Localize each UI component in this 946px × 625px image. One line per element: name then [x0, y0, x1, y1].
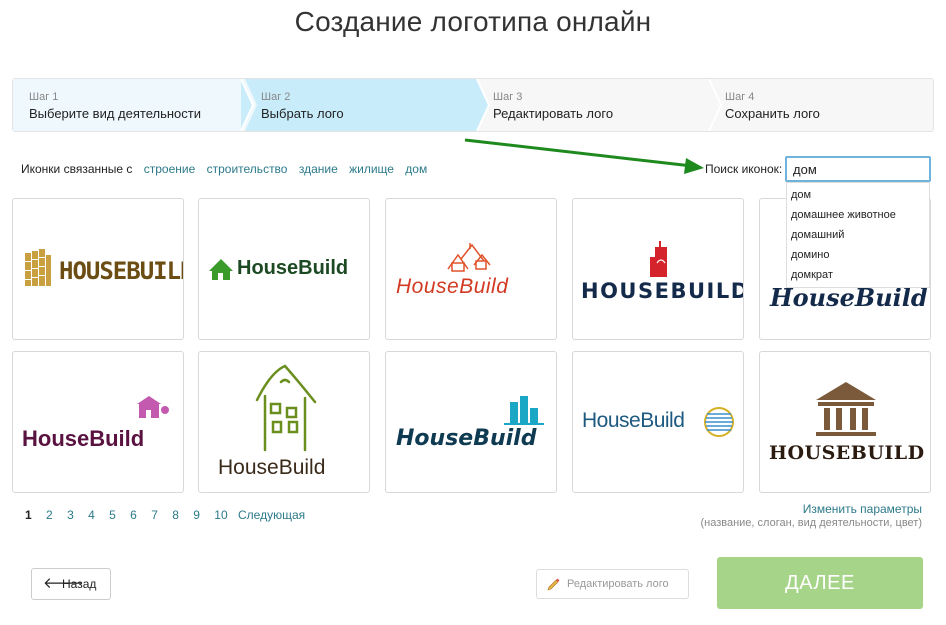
tag-link[interactable]: строительство [207, 162, 288, 176]
pencil-icon [547, 578, 560, 591]
back-button[interactable]: 🡐 Назад [31, 568, 111, 600]
search-label: Поиск иконок: [705, 162, 783, 176]
houses-outline-icon [447, 243, 491, 272]
icon-search-input[interactable] [785, 156, 931, 182]
step-separator-icon [241, 79, 265, 131]
autocomplete-option[interactable]: домино [787, 245, 929, 265]
step-3-label: Редактировать лого [493, 106, 614, 121]
autocomplete-option[interactable]: дом [787, 185, 929, 205]
logo-4-text: HOUSEBUILD [581, 279, 744, 303]
next-page-link[interactable]: Следующая [238, 508, 305, 522]
wizard-steps: Шаг 1 Выберите вид деятельности Шаг 2 Вы… [12, 78, 934, 132]
step-4-number: Шаг 4 [725, 91, 755, 103]
logo-8-text: HouseBuild [396, 426, 537, 451]
page-link[interactable]: 6 [130, 508, 137, 522]
tag-link[interactable]: дом [405, 162, 427, 176]
page-link[interactable]: 5 [109, 508, 116, 522]
next-button[interactable]: ДАЛЕЕ [717, 557, 923, 609]
logo-option-2[interactable]: HouseBuild [198, 198, 370, 340]
logo-1-text: HOUSEBUILD [59, 257, 184, 285]
pink-house-icon [137, 396, 169, 418]
step-2-number: Шаг 2 [261, 91, 291, 103]
page-link[interactable]: 4 [88, 508, 95, 522]
logo-10-text: HOUSEBUILD [769, 442, 925, 464]
step-separator-icon [473, 79, 491, 131]
edit-logo-button[interactable]: Редактировать лого [536, 569, 689, 599]
logo-option-7[interactable]: HouseBuild [198, 351, 370, 493]
logo-option-6[interactable]: HouseBuild [12, 351, 184, 493]
tag-link[interactable]: строение [144, 162, 196, 176]
logo-option-8[interactable]: HouseBuild [385, 351, 557, 493]
logo-3-text: HouseBuild [396, 275, 509, 298]
step-2[interactable]: Шаг 2 Выбрать лого [245, 79, 477, 131]
page-link[interactable]: 1 [25, 508, 32, 522]
page-link[interactable]: 8 [172, 508, 179, 522]
step-4-label: Сохранить лого [725, 106, 820, 121]
edit-logo-label: Редактировать лого [567, 578, 669, 590]
step-4[interactable]: Шаг 4 Сохранить лого [709, 79, 933, 131]
autocomplete-option[interactable]: домкрат [787, 265, 929, 285]
arrow-left-icon: 🡐 [43, 575, 84, 592]
logo-2-text: HouseBuild [237, 257, 349, 279]
tag-link[interactable]: здание [299, 162, 338, 176]
change-params-hint: (название, слоган, вид деятельности, цве… [700, 517, 922, 529]
step-separator-icon [708, 79, 723, 131]
page-link[interactable]: 9 [193, 508, 200, 522]
annotation-arrow-icon [464, 138, 704, 174]
blue-skyscraper-icon [504, 396, 544, 425]
page-title: Создание логотипа онлайн [294, 6, 652, 37]
columns-building-icon [816, 382, 876, 436]
autocomplete-option[interactable]: домашний [787, 225, 929, 245]
page-link[interactable]: 2 [46, 508, 53, 522]
logo-9-text: HouseBuild [582, 409, 685, 432]
page-link[interactable]: 10 [214, 508, 227, 522]
change-params-link[interactable]: Изменить параметры [803, 502, 922, 516]
step-1[interactable]: Шаг 1 Выберите вид деятельности [13, 79, 245, 131]
step-3[interactable]: Шаг 3 Редактировать лого [477, 79, 709, 131]
step-1-number: Шаг 1 [29, 91, 59, 103]
logo-6-text: HouseBuild [22, 426, 145, 451]
logo-option-3[interactable]: HouseBuild [385, 198, 557, 340]
step-3-number: Шаг 3 [493, 91, 523, 103]
step-2-label: Выбрать лого [261, 106, 344, 121]
logo-option-10[interactable]: HOUSEBUILD [759, 351, 931, 493]
red-tower-icon [650, 241, 667, 277]
page-link[interactable]: 7 [151, 508, 158, 522]
related-icons-bar: Иконки связанные с строение строительств… [21, 162, 427, 176]
tag-link[interactable]: жилище [349, 162, 394, 176]
pagination: 1 2 3 4 5 6 7 8 9 10 Следующая [25, 508, 316, 522]
logo-7-text: HouseBuild [218, 456, 326, 479]
logo-option-1[interactable]: HOUSEBUILD [12, 198, 184, 340]
related-prefix: Иконки связанные с [21, 162, 133, 176]
step-1-label: Выберите вид деятельности [29, 106, 201, 121]
logo-option-4[interactable]: HOUSEBUILD [572, 198, 744, 340]
autocomplete-option[interactable]: домашнее животное [787, 205, 929, 225]
page-link[interactable]: 3 [67, 508, 74, 522]
autocomplete-dropdown: дом домашнее животное домашний домино до… [786, 182, 930, 288]
logo-option-9[interactable]: HouseBuild [572, 351, 744, 493]
